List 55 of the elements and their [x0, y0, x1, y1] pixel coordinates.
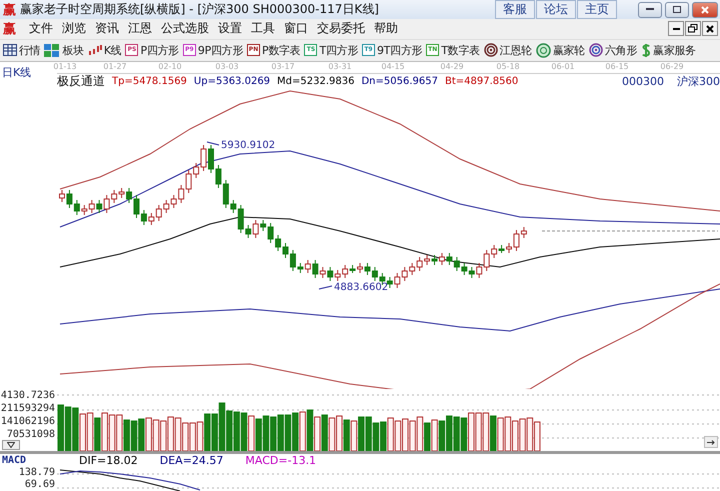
date-label: 01-13: [53, 62, 77, 71]
axis-label: 211593294: [0, 402, 56, 415]
indicator-value: Up=5363.0269: [194, 76, 270, 87]
toolbar-button[interactable]: 行情: [3, 42, 40, 58]
window-title: 赢家老子时空周期系统[纵横版] - [沪深300 SH000300-117日K线]: [20, 1, 380, 18]
date-label: 05-18: [496, 62, 520, 71]
toolbar-button[interactable]: K线: [88, 42, 122, 58]
indicator-value: Bt=4897.8560: [444, 76, 518, 87]
menu-item[interactable]: 设置: [218, 20, 242, 38]
date-label: 03-17: [271, 62, 295, 71]
indicator-value: DIF=18.02: [79, 454, 138, 467]
toolbar-button[interactable]: 赢家服务: [641, 42, 696, 58]
date-label: 06-01: [551, 62, 575, 71]
indicator-value: DEA=24.57: [160, 454, 224, 467]
indicator-value: Dn=5056.9657: [361, 76, 438, 87]
menu-item[interactable]: 资讯: [95, 20, 119, 38]
security-name: 沪深300: [677, 74, 720, 89]
menu-item[interactable]: 帮助: [374, 20, 398, 38]
menu-item[interactable]: 公式选股: [161, 20, 209, 38]
menu-item[interactable]: 浏览: [62, 20, 86, 38]
toolbar-button[interactable]: 六角形: [588, 42, 638, 58]
date-label: 02-10: [158, 62, 182, 71]
menu-item[interactable]: 窗口: [284, 20, 308, 38]
price-annotation: 5930.9102: [221, 140, 276, 151]
price-annotation: 4883.6602: [334, 282, 388, 293]
app-logo: 赢: [3, 2, 16, 18]
link-button[interactable]: 论坛: [536, 0, 576, 19]
security-code: 000300: [622, 75, 664, 88]
menu-item[interactable]: 工具: [251, 20, 275, 38]
axis-label: 69.69: [24, 479, 56, 491]
axis-label: 141062196: [0, 415, 56, 428]
toolbar-button[interactable]: 江恩轮: [484, 42, 532, 58]
axis-label: 70531098: [6, 428, 56, 441]
date-label: 06-15: [605, 62, 629, 71]
date-label: 01-27: [103, 62, 127, 71]
axis-label: 4130.7236: [0, 389, 56, 402]
indicator-value: Md=5232.9836: [277, 76, 354, 87]
indicator-value: MACD=-13.1: [245, 454, 316, 467]
indicator-value: Tp=5478.1569: [112, 76, 187, 87]
date-label: 03-31: [328, 62, 352, 71]
link-button[interactable]: 客服: [495, 0, 535, 19]
menu-item[interactable]: 文件: [29, 20, 53, 38]
toolbar-button[interactable]: 板块: [44, 42, 84, 58]
app-logo: 赢: [3, 20, 16, 38]
axis-label: 138.79: [18, 467, 56, 479]
date-label: 03-03: [215, 62, 239, 71]
menu-item[interactable]: 交易委托: [317, 20, 365, 38]
indicator-name: MACD: [1, 455, 28, 466]
toolbar-button[interactable]: 赢家轮: [536, 42, 585, 58]
date-label: 04-29: [440, 62, 464, 71]
link-button[interactable]: 主页: [577, 0, 617, 19]
date-label: 04-15: [381, 62, 405, 71]
indicator-name: 极反通道: [57, 73, 105, 90]
date-label: 06-29: [660, 62, 684, 71]
menu-item[interactable]: 江恩: [128, 20, 152, 38]
